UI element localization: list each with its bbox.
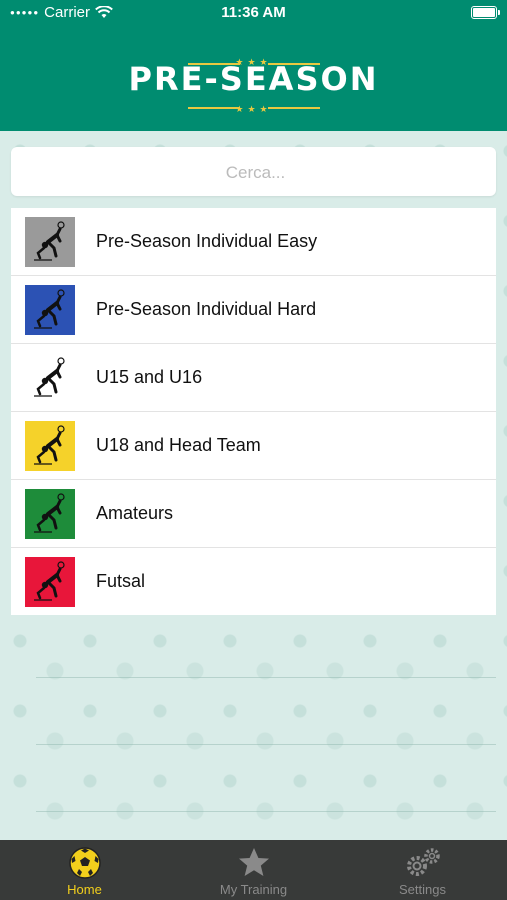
program-row[interactable]: Amateurs	[11, 480, 496, 548]
player-thumbnail	[25, 421, 75, 471]
divider	[36, 677, 496, 678]
player-thumbnail	[25, 353, 75, 403]
player-silhouette-icon	[34, 561, 65, 601]
search-bar[interactable]	[11, 147, 500, 198]
tab-home[interactable]: Home	[0, 840, 169, 900]
program-label: U18 and Head Team	[96, 435, 261, 455]
tab-label: Home	[67, 882, 102, 897]
search-input[interactable]	[11, 147, 500, 198]
program-label: Pre-Season Individual Hard	[96, 299, 317, 319]
divider	[36, 744, 496, 745]
tab-bar: Home My Training Settings	[0, 840, 507, 900]
star-icon	[237, 845, 271, 881]
player-thumbnail	[25, 217, 75, 267]
header: ●●●●● Carrier 11:36 AM ★★★ PRE-SEASON ★★…	[0, 0, 507, 131]
battery-icon	[471, 6, 500, 19]
divider	[36, 811, 496, 812]
program-row[interactable]: Pre-Season Individual Hard	[11, 276, 496, 344]
player-silhouette-icon	[34, 357, 65, 397]
status-time: 11:36 AM	[221, 4, 286, 21]
player-thumbnail	[25, 557, 75, 607]
soccer-ball-icon	[68, 845, 102, 881]
program-list: Pre-Season Individual Easy Pre-Season In…	[11, 208, 496, 615]
status-bar: ●●●●● Carrier 11:36 AM	[0, 0, 507, 28]
program-label: Amateurs	[96, 503, 174, 523]
program-row[interactable]: U18 and Head Team	[11, 412, 496, 480]
gears-icon	[403, 845, 443, 881]
program-row[interactable]: Pre-Season Individual Easy	[11, 208, 496, 276]
player-silhouette-icon	[34, 221, 65, 261]
tab-settings[interactable]: Settings	[338, 840, 507, 900]
program-label: U15 and U16	[96, 367, 203, 387]
program-row[interactable]: Futsal	[11, 548, 496, 615]
player-silhouette-icon	[34, 425, 65, 465]
player-silhouette-icon	[34, 493, 65, 533]
tab-my-training[interactable]: My Training	[169, 840, 338, 900]
tab-label: Settings	[399, 882, 446, 897]
program-row[interactable]: U15 and U16	[11, 344, 496, 412]
player-thumbnail	[25, 489, 75, 539]
player-silhouette-icon	[34, 289, 65, 329]
app-logo: PRE-SEASON	[128, 60, 379, 98]
logo-stars-bottom: ★★★	[235, 104, 272, 114]
program-label: Pre-Season Individual Easy	[96, 231, 318, 251]
player-thumbnail	[25, 285, 75, 335]
program-label: Futsal	[96, 571, 146, 591]
tab-label: My Training	[219, 882, 288, 897]
